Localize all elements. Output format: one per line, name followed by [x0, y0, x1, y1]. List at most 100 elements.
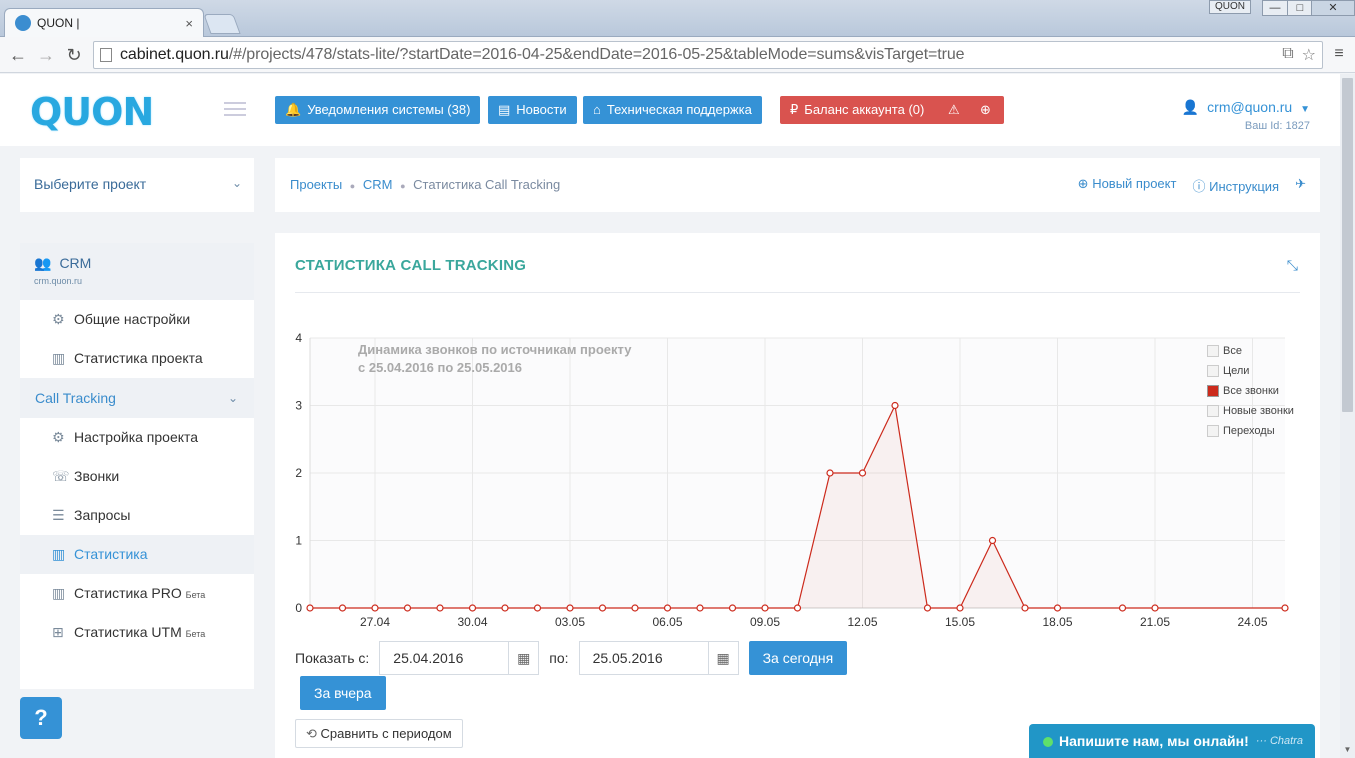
data-point	[793, 604, 802, 612]
app-header: QUON 🔔 Уведомления системы (38) ▤ Новости …	[0, 74, 1340, 146]
legend-checkbox[interactable]	[1207, 405, 1219, 417]
user-email-row[interactable]: 👤 crm@quon.ru ▼	[1182, 99, 1310, 116]
project-select[interactable]: Выберите проект ⌄	[20, 158, 254, 212]
chevron-down-icon: ⌄	[231, 176, 242, 190]
new-project-link[interactable]: ⊕ Новый проект	[1078, 176, 1177, 195]
window-badge: QUON	[1209, 0, 1251, 14]
chart-subtitle: с 25.04.2016 по 25.05.2016	[358, 360, 522, 375]
sidebar-item-statistics-pro[interactable]: ▥ Статистика PRO Бета	[20, 574, 254, 613]
sidebar-item-statistics[interactable]: ▥ Статистика	[20, 535, 254, 574]
calendar-icon[interactable]: ▦	[707, 642, 738, 674]
legend-checkbox[interactable]	[1207, 365, 1219, 377]
x-tick-label: 12.05	[847, 615, 877, 629]
legend-item-visits[interactable]: Переходы	[1207, 421, 1294, 441]
sidebar-item-project-stats[interactable]: ▥ Статистика проекта	[20, 339, 254, 378]
data-point	[403, 604, 412, 612]
hamburger-menu-icon[interactable]	[224, 102, 246, 116]
legend-item-goals[interactable]: Цели	[1207, 361, 1294, 381]
balance-button[interactable]: ₽ Баланс аккаунта (0) ⚠ ⊕	[780, 96, 1004, 124]
help-button[interactable]: ?	[20, 697, 62, 739]
data-point	[1118, 604, 1127, 612]
add-funds-icon[interactable]: ⊕	[980, 96, 991, 124]
legend-item-all-calls[interactable]: Все звонки	[1207, 381, 1294, 401]
date-to-input[interactable]: 25.05.2016 ▦	[578, 641, 739, 675]
chatra-brand: ··· Chatra	[1255, 735, 1303, 747]
instruction-link[interactable]: ⓘ Инструкция	[1192, 176, 1279, 195]
tab-close-icon[interactable]: ×	[185, 16, 193, 31]
legend-label: Все	[1223, 345, 1242, 357]
document-icon: ▤	[498, 102, 511, 117]
breadcrumb-projects[interactable]: Проекты	[290, 177, 342, 192]
x-tick-label: 06.05	[652, 615, 682, 629]
breadcrumb-separator: ●	[400, 181, 406, 191]
scroll-down-icon[interactable]: ▼	[1342, 745, 1353, 756]
legend-checkbox[interactable]	[1207, 385, 1219, 397]
yesterday-button[interactable]: За вчера	[300, 676, 386, 710]
calendar-icon[interactable]: ▦	[508, 642, 538, 674]
back-icon[interactable]: ←	[6, 43, 30, 67]
sidebar-project-header[interactable]: 👥 CRM crm.quon.ru	[20, 243, 254, 300]
sidebar-item-label: Настройка проекта	[74, 429, 199, 445]
support-button[interactable]: ⌂ Техническая поддержка	[583, 96, 762, 124]
tab-title: QUON |	[37, 16, 80, 30]
forward-icon[interactable]: →	[34, 43, 58, 67]
page-scrollbar[interactable]: ▼	[1340, 74, 1355, 758]
new-project-label: Новый проект	[1092, 176, 1177, 191]
user-email: crm@quon.ru	[1207, 99, 1293, 115]
date-from-input[interactable]: 25.04.2016 ▦	[379, 641, 540, 675]
chart-svg: 0 1 2 3 4 27.04 30.04 03.05 06.05 09.05 12.05 15.05…	[295, 331, 1289, 629]
today-button[interactable]: За сегодня	[748, 641, 848, 675]
sidebar-item-label: Статистика проекта	[74, 350, 203, 366]
browser-tab[interactable]: QUON | ×	[4, 8, 204, 37]
new-tab-button[interactable]	[203, 14, 241, 34]
data-point	[436, 604, 444, 612]
info-icon: ⓘ	[1192, 179, 1206, 194]
legend-checkbox[interactable]	[1207, 345, 1219, 357]
quon-logo[interactable]: QUON	[30, 90, 154, 134]
pin-icon[interactable]: ✈	[1295, 176, 1306, 195]
minimize-button[interactable]: —	[1262, 0, 1288, 16]
sidebar-item-general-settings[interactable]: ⚙ Общие настройки	[20, 300, 254, 339]
user-menu[interactable]: 👤 crm@quon.ru ▼ Ваш Id: 1827	[1182, 99, 1310, 132]
sidebar-item-project-setup[interactable]: ⚙ Настройка проекта	[20, 418, 254, 457]
data-point	[371, 604, 379, 612]
legend-item-new-calls[interactable]: Новые звонки	[1207, 401, 1294, 421]
translate-icon[interactable]: ⧉	[1282, 45, 1293, 65]
url-path: /#/projects/478/stats-lite/?startDate=20…	[228, 46, 965, 63]
bookmark-star-icon[interactable]: ☆	[1302, 45, 1316, 65]
gear-icon: ⚙	[52, 429, 65, 445]
scrollbar-thumb[interactable]	[1342, 78, 1353, 412]
compare-period-button[interactable]: ⟲ Сравнить с периодом	[295, 719, 463, 748]
bar-chart-icon: ▥	[52, 585, 66, 601]
sidebar-item-requests[interactable]: ☰ Запросы	[20, 496, 254, 535]
collapse-icon[interactable]: ⤡	[1287, 257, 1298, 274]
window-close-button[interactable]: ✕	[1311, 0, 1355, 16]
user-icon: 👤	[1181, 99, 1200, 115]
notifications-button[interactable]: 🔔 Уведомления системы (38)	[275, 96, 481, 124]
maximize-button[interactable]: □	[1287, 0, 1313, 16]
sidebar-item-statistics-utm[interactable]: ⊞ Статистика UTM Бета	[20, 613, 254, 652]
sidebar-item-calls[interactable]: ☏ Звонки	[20, 457, 254, 496]
news-button[interactable]: ▤ Новости	[488, 96, 577, 124]
reload-icon[interactable]: ↻	[62, 43, 86, 67]
project-name: CRM	[59, 255, 92, 271]
chat-widget[interactable]: Напишите нам, мы онлайн! ··· Chatra	[1029, 724, 1315, 758]
breadcrumb-crm[interactable]: CRM	[363, 177, 393, 192]
browser-tabbar: QUON | × QUON — □ ✕	[0, 0, 1355, 37]
x-tick-label: 21.05	[1140, 615, 1170, 629]
bar-chart-icon: ▥	[52, 350, 66, 366]
divider	[295, 292, 1300, 293]
chatra-brand-name: Chatra	[1269, 735, 1303, 747]
bar-chart-icon: ▥	[52, 546, 66, 562]
show-from-label: Показать с:	[295, 650, 370, 666]
sidebar-group-call-tracking[interactable]: Call Tracking ⌄	[20, 378, 254, 418]
legend-item-all[interactable]: Все	[1207, 341, 1294, 361]
legend-checkbox[interactable]	[1207, 425, 1219, 437]
to-label: по:	[549, 650, 569, 666]
data-point	[663, 604, 672, 612]
chart-legend: Все Цели Все звонки Новые звонки Переход…	[1207, 341, 1294, 441]
data-point	[566, 604, 574, 612]
y-tick-label: 4	[295, 331, 302, 345]
browser-menu-icon[interactable]: ≡	[1331, 45, 1347, 63]
url-input[interactable]: cabinet.quon.ru/#/projects/478/stats-lit…	[93, 41, 1323, 69]
